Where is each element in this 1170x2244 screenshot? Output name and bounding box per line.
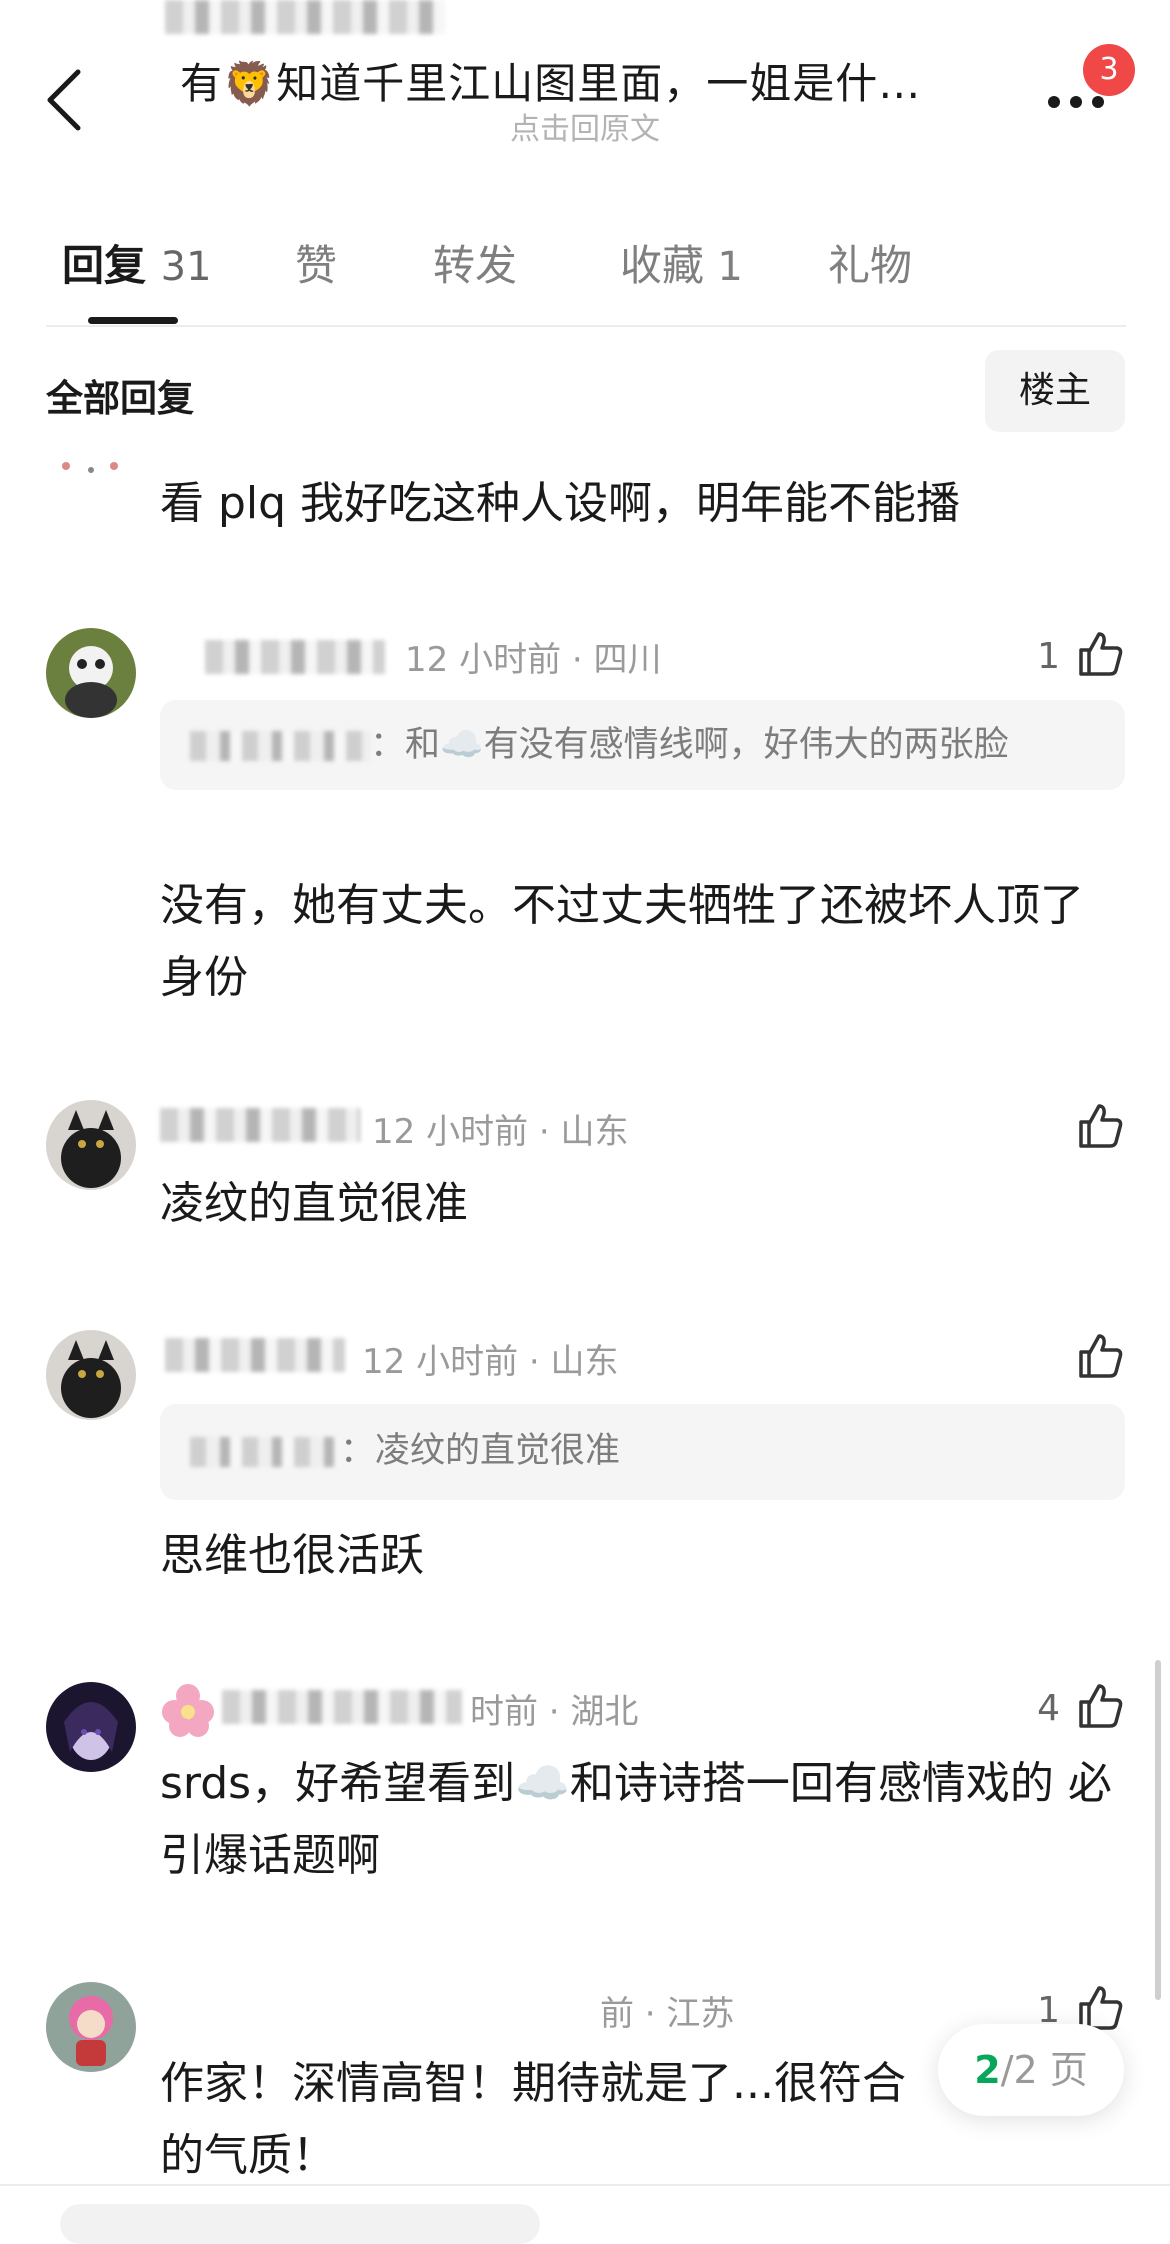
quoted-username [190,1437,340,1467]
post-title[interactable]: 有🦁知道千里江山图里面，一姐是什… [180,50,980,111]
avatar[interactable] [46,1100,136,1190]
comment-meta: 前 · 江苏 [600,1994,735,2034]
tab-reposts[interactable]: 转发 [433,232,517,293]
tab-label: 赞 [295,241,338,290]
username[interactable] [165,0,445,34]
tab-label: 收藏 [620,241,705,290]
tab-gifts[interactable]: 礼物 [828,232,912,293]
thumbs-up-icon[interactable] [1075,1680,1125,1730]
thumbs-up-icon[interactable] [1075,628,1125,678]
tab-count: 1 [717,244,743,290]
username[interactable] [160,1108,360,1142]
quoted-username [190,731,370,761]
comment-text: 看 plq 我好吃这种人设啊，明年能不能播 [160,478,961,529]
tab-label: 转发 [433,241,518,290]
reply-input[interactable] [60,2204,540,2244]
tab-likes[interactable]: 赞 [295,232,337,293]
quoted-text: ：和☁️有没有感情线啊，好伟大的两张脸 [370,725,1009,765]
tab-label: 回复 [62,241,147,290]
flower-icon [162,1684,214,1737]
tab-count: 31 [160,244,212,290]
avatar[interactable] [46,628,136,718]
comment-text: 凌纹的直觉很准 [160,1178,468,1229]
notification-badge: 3 [1083,44,1135,96]
divider [46,325,1126,327]
tab-label: 礼物 [828,241,913,290]
thumbs-up-icon[interactable] [1075,1330,1125,1380]
quoted-reply[interactable]: ：和☁️有没有感情线啊，好伟大的两张脸 [160,700,1125,790]
comment-text: 思维也很活跃 [160,1530,424,1581]
like-count: 4 [1037,1688,1060,1729]
like-count: 1 [1037,636,1060,677]
avatar[interactable] [46,1982,136,2072]
scrollbar[interactable] [1155,1660,1161,2000]
total-pages: /2 页 [1000,2048,1088,2092]
comment-text: 作家！深情高智！期待就是了...很符合的气质！ [160,2058,906,2181]
quoted-text: ：凌纹的直觉很准 [340,1431,621,1471]
divider [0,2184,1170,2186]
avatar[interactable] [46,1682,136,1772]
comment-text: 没有，她有丈夫。不过丈夫牺牲了还被坏人顶了身份 [160,880,1084,1003]
all-replies-heading: 全部回复 [46,377,194,420]
tab-favorites[interactable]: 收藏 1 [620,232,743,293]
username[interactable] [222,1690,462,1724]
current-page: 2 [974,2048,1001,2092]
page-indicator[interactable]: 2/2 页 [938,2024,1124,2116]
avatar[interactable] [46,1330,136,1420]
quoted-reply[interactable]: ：凌纹的直觉很准 [160,1404,1125,1500]
comment-text: srds，好希望看到☁️和诗诗搭一回有感情戏的 必引爆话题啊 [160,1758,1112,1881]
back-to-original-link[interactable]: 点击回原文 [0,104,1170,148]
active-tab-indicator [88,317,178,324]
owner-only-button[interactable]: 楼主 [985,350,1125,432]
comment-meta: 12 小时前 · 山东 [362,1342,619,1382]
tab-replies[interactable]: 回复 31 [62,232,212,293]
username[interactable] [165,1338,345,1372]
comment-meta: 12 小时前 · 山东 [372,1112,629,1152]
comment-meta: 时前 · 湖北 [470,1692,639,1732]
thumbs-up-icon[interactable] [1075,1100,1125,1150]
comment-meta: 12 小时前 · 四川 [405,640,662,680]
username[interactable] [205,640,385,674]
